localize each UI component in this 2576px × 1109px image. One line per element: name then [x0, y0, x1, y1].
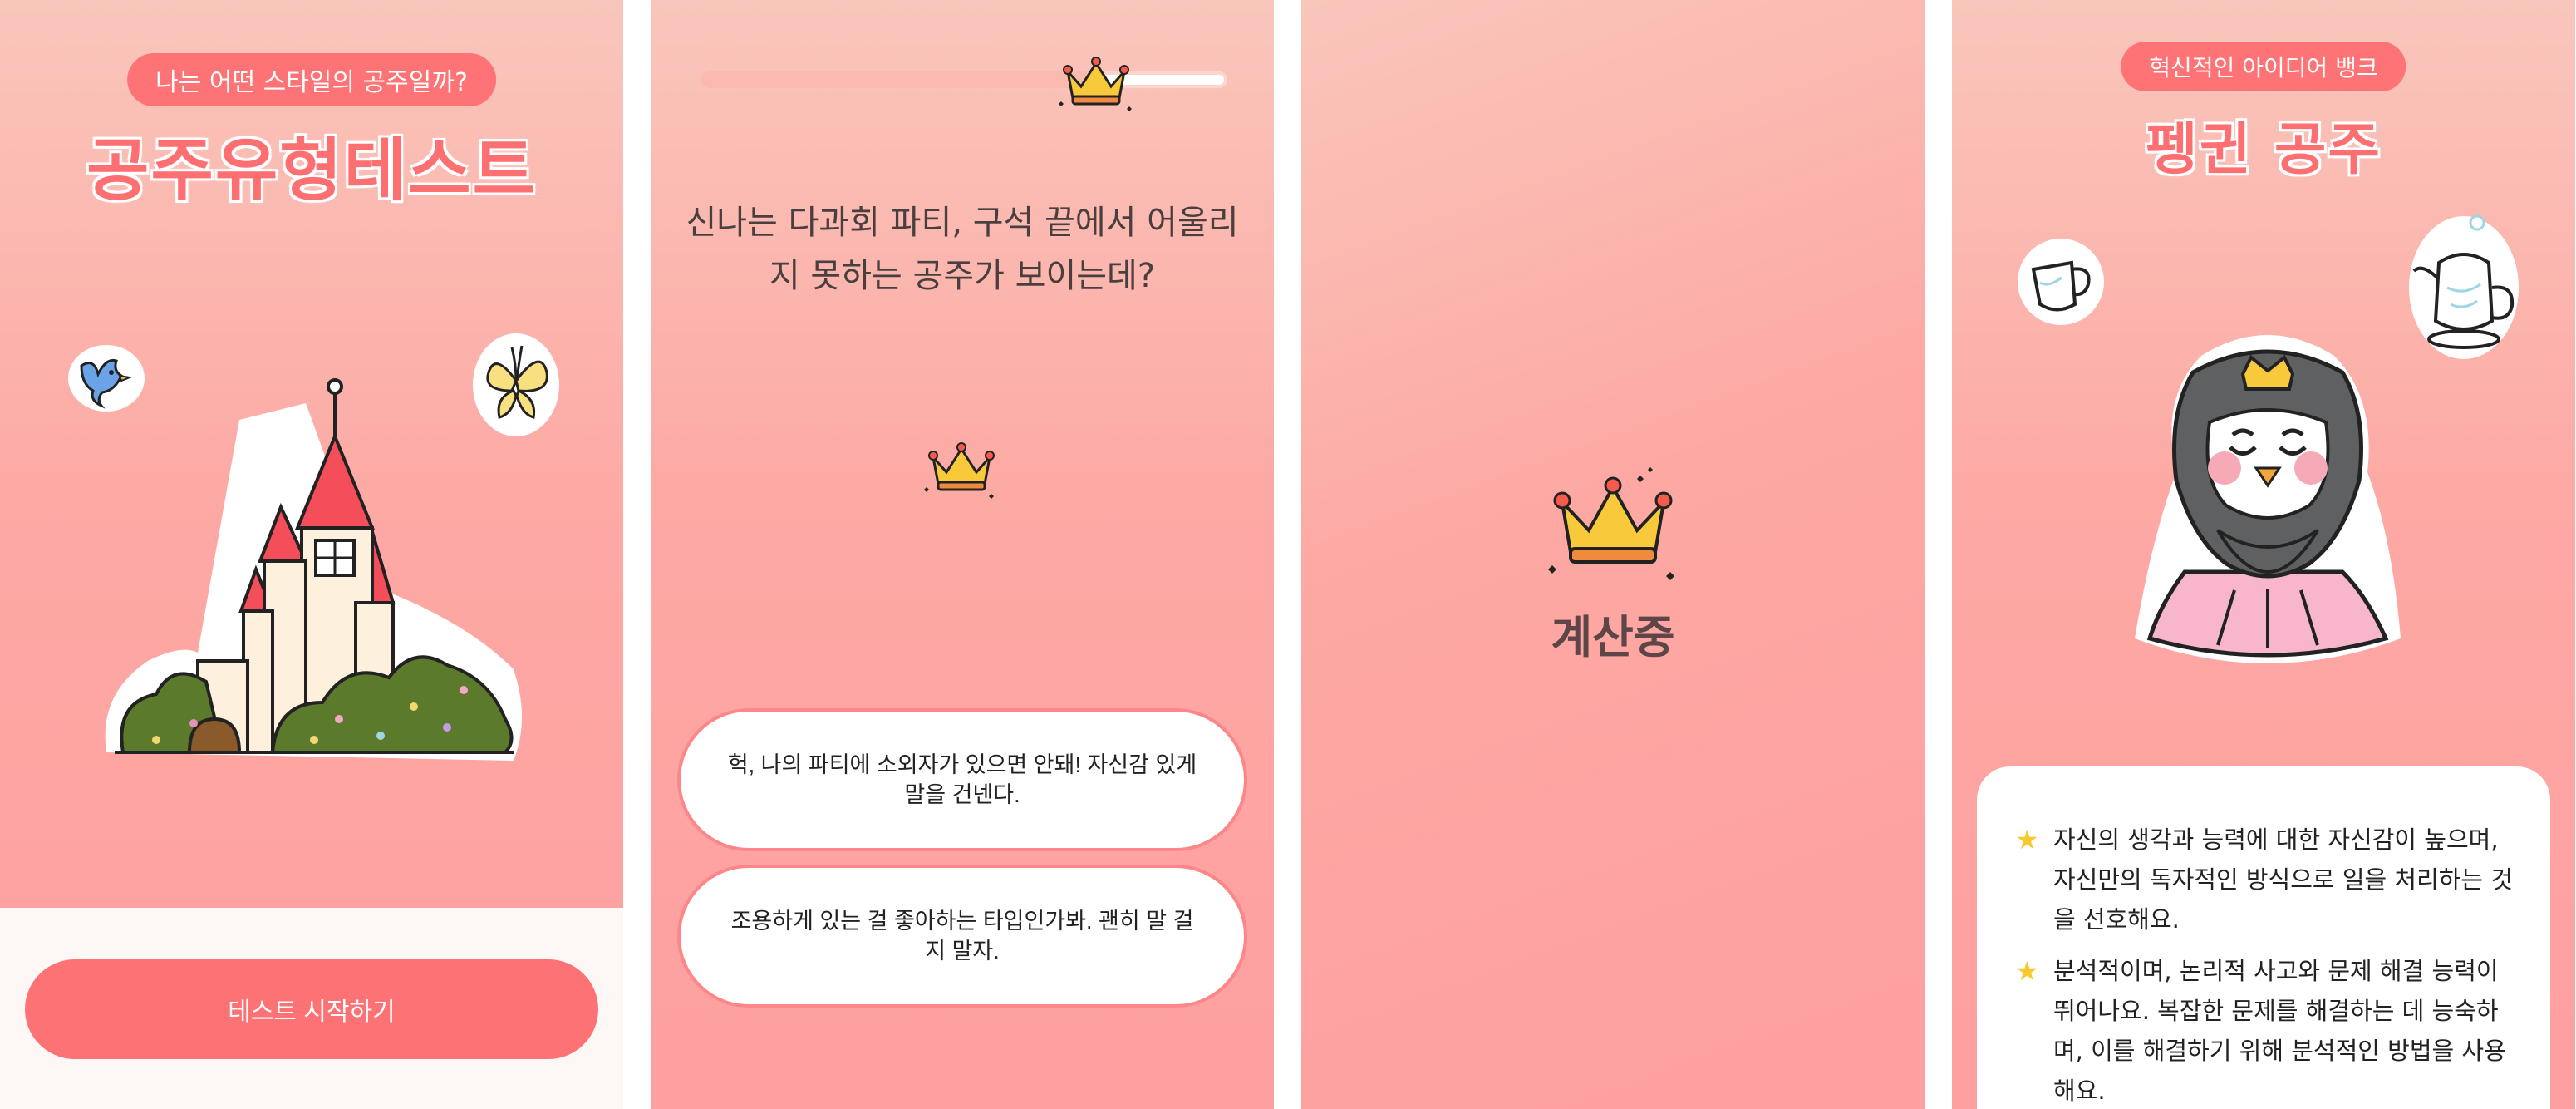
teapot-icon — [2409, 214, 2519, 359]
loading-text: 계산중 — [1551, 611, 1675, 663]
result-description-card: ★ 자신의 생각과 능력에 대한 자신감이 높으며, 자신만의 독자적인 방식으… — [1977, 766, 2550, 1109]
star-icon: ★ — [2015, 824, 2039, 855]
crown-icon — [924, 442, 995, 499]
answer-option-2[interactable]: 조용하게 있는 걸 좋아하는 타입인가봐. 괜히 말 걸지 말자. — [677, 865, 1247, 1008]
castle-icon — [105, 378, 523, 761]
star-icon: ★ — [2015, 955, 2039, 987]
crown-icon — [1058, 57, 1132, 111]
description-item: ★ 분석적이며, 논리적 사고와 문제 해결 능력이 뛰어나요. 복잡한 문제를… — [2015, 951, 2525, 1109]
start-test-button[interactable]: 테스트 시작하기 — [25, 959, 598, 1059]
question-screen: 신나는 다과회 파티, 구석 끝에서 어울리지 못하는 공주가 보이는데? 헉,… — [651, 0, 1274, 1109]
description-text: 분석적이며, 논리적 사고와 문제 해결 능력이 뛰어나요. 복잡한 문제를 해… — [2053, 957, 2506, 1105]
answer-option-1[interactable]: 헉, 나의 파티에 소외자가 있으면 안돼! 자신감 있게 말을 건넨다. — [677, 708, 1247, 851]
loading-screen: 계산중 — [1301, 0, 1925, 1109]
start-subtitle: 나는 어떤 스타일의 공주일까? — [127, 53, 496, 106]
start-screen: 나는 어떤 스타일의 공주일까? 공주유형테스트 테스트 시작하기 — [0, 0, 623, 1109]
result-title: 펭귄 공주 — [2146, 117, 2382, 183]
penguin-icon — [2135, 335, 2401, 663]
crown-icon — [1548, 467, 1674, 580]
progress-bar — [701, 71, 1227, 88]
result-screen: 혁신적인 아이디어 뱅크 펭귄 공주 ★ 자신의 생각과 능력에 대한 자신감이… — [1952, 0, 2575, 1109]
question-text: 신나는 다과회 파티, 구석 끝에서 어울리지 못하는 공주가 보이는데? — [686, 204, 1239, 295]
progress-fill — [701, 71, 1096, 88]
start-title: 공주유형테스트 — [86, 131, 538, 210]
teacup-icon — [2018, 239, 2104, 325]
description-text: 자신의 생각과 능력에 대한 자신감이 높으며, 자신만의 독자적인 방식으로 … — [2053, 826, 2514, 934]
result-subtitle: 혁신적인 아이디어 뱅크 — [2121, 42, 2406, 91]
description-item: ★ 자신의 생각과 능력에 대한 자신감이 높으며, 자신만의 독자적인 방식으… — [2015, 820, 2525, 939]
